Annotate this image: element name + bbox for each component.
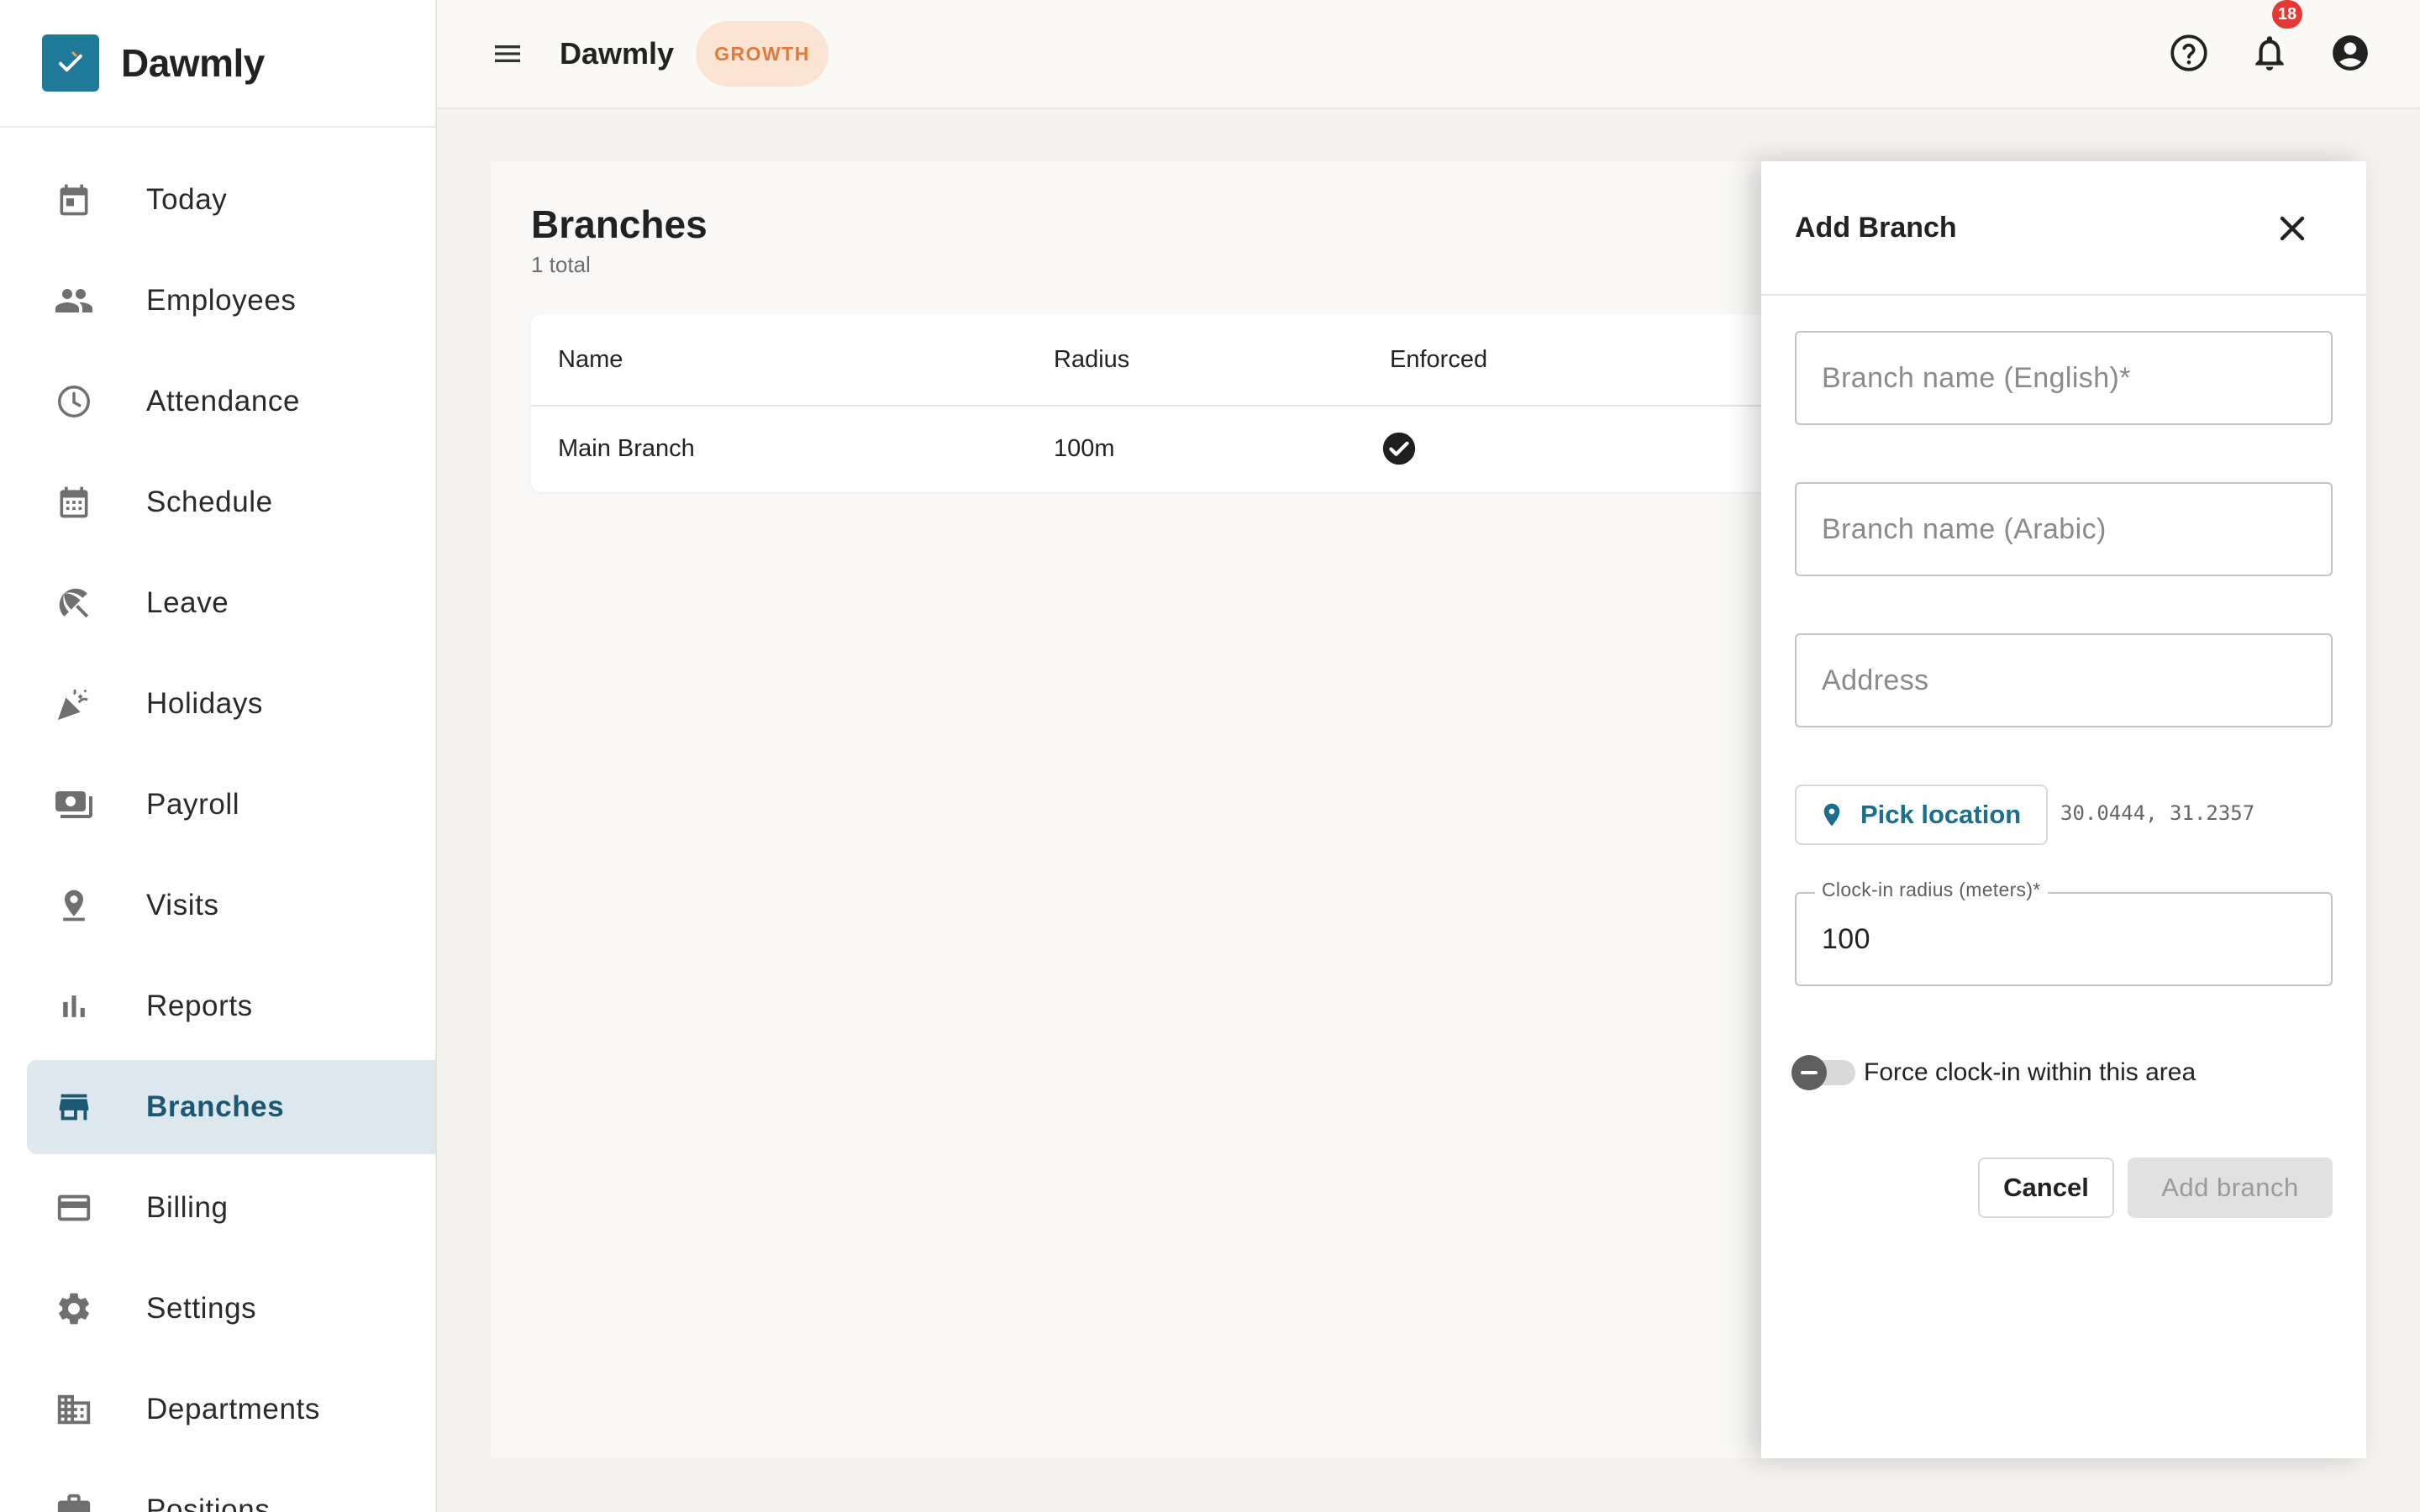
cell-radius: 100m (1054, 434, 1115, 462)
app-title: Dawmly (560, 36, 675, 71)
column-header-enforced[interactable]: Enforced (1390, 314, 1487, 405)
sidebar-item-attendance[interactable]: Attendance (27, 354, 435, 449)
sidebar-item-label: Departments (146, 1393, 320, 1425)
sidebar-item-reports[interactable]: Reports (27, 959, 435, 1053)
building-icon (54, 1389, 94, 1430)
sidebar-item-holidays[interactable]: Holidays (27, 657, 435, 751)
top-actions: 18 (2168, 0, 2371, 74)
sidebar-item-departments[interactable]: Departments (27, 1362, 435, 1457)
sidebar-item-payroll[interactable]: Payroll (27, 758, 435, 852)
drawer-title: Add Branch (1795, 211, 1957, 244)
branch-name-english-field[interactable]: Branch name (English)* (1795, 331, 2333, 425)
party-popper-icon (54, 684, 94, 724)
gear-icon (54, 1289, 94, 1329)
column-header-radius[interactable]: Radius (1054, 314, 1129, 405)
brand: Dawmly (0, 0, 435, 128)
brand-name: Dawmly (121, 41, 265, 85)
location-pin-icon (54, 885, 94, 926)
force-clockin-label: Force clock-in within this area (1864, 1058, 2196, 1086)
field-placeholder: Branch name (Arabic) (1822, 512, 2107, 545)
clockin-radius-field[interactable]: Clock-in radius (meters)* 100 (1795, 879, 2333, 986)
sidebar-item-label: Schedule (146, 486, 273, 518)
toggle-indeterminate-icon (1791, 1055, 1827, 1090)
pick-location-label: Pick location (1860, 800, 2022, 829)
sidebar-item-today[interactable]: Today (27, 153, 435, 247)
sidebar-item-label: Leave (146, 586, 229, 619)
beach-umbrella-icon (54, 583, 94, 623)
sidebar-item-billing[interactable]: Billing (27, 1161, 435, 1255)
credit-card-icon (54, 1188, 94, 1228)
cancel-button[interactable]: Cancel (1978, 1158, 2114, 1218)
column-header-name[interactable]: Name (558, 314, 623, 405)
people-icon (54, 281, 94, 321)
calendar-today-icon (54, 180, 94, 220)
header-divider (531, 405, 1960, 407)
bar-chart-icon (54, 986, 94, 1026)
add-branch-drawer: Add Branch Branch name (English)* Branch… (1761, 161, 2366, 1458)
store-icon (54, 1087, 94, 1127)
logo-check-icon (42, 34, 99, 92)
clock-icon (54, 381, 94, 422)
sidebar-item-settings[interactable]: Settings (27, 1262, 435, 1356)
drawer-header: Add Branch (1761, 161, 2366, 296)
total-count: 1 total (531, 252, 591, 277)
enforced-check-icon (1380, 407, 1418, 491)
notifications-bell-icon[interactable]: 18 (2249, 0, 2302, 74)
cell-branch-name: Main Branch (558, 434, 695, 462)
help-icon[interactable] (2168, 32, 2210, 74)
briefcase-icon (54, 1490, 94, 1512)
sidebar-item-leave[interactable]: Leave (27, 556, 435, 650)
add-branch-button[interactable]: Add branch (2128, 1158, 2333, 1218)
field-value: 100 (1822, 922, 1870, 955)
sidebar-item-label: Branches (146, 1090, 285, 1123)
toggle-switch[interactable] (1791, 1055, 1855, 1090)
top-app-bar: Dawmly GROWTH 18 (437, 0, 2420, 109)
location-pin-icon (1818, 801, 1845, 828)
sidebar-item-label: Settings (146, 1292, 257, 1325)
sidebar-item-label: Reports (146, 990, 253, 1022)
sidebar-item-branches[interactable]: Branches (27, 1060, 435, 1154)
field-placeholder: Branch name (English)* (1822, 361, 2131, 394)
sidebar: Dawmly Today Employees Attendance Schedu… (0, 0, 437, 1512)
field-label: Clock-in radius (meters)* (1815, 879, 2048, 901)
branch-name-arabic-field[interactable]: Branch name (Arabic) (1795, 482, 2333, 576)
pick-location-button[interactable]: Pick location (1795, 785, 2049, 845)
address-field[interactable]: Address (1795, 633, 2333, 727)
sidebar-item-label: Positions (146, 1494, 271, 1512)
sidebar-item-positions[interactable]: Positions (27, 1463, 435, 1512)
close-icon[interactable] (2272, 208, 2312, 249)
force-clockin-toggle[interactable]: Force clock-in within this area (1791, 1055, 2196, 1090)
page-title: Branches (531, 202, 708, 246)
sidebar-item-label: Employees (146, 284, 297, 317)
calendar-grid-icon (54, 482, 94, 522)
sidebar-item-label: Holidays (146, 687, 264, 720)
hamburger-menu-icon[interactable] (487, 34, 528, 74)
sidebar-item-label: Payroll (146, 788, 240, 821)
money-icon (54, 785, 94, 825)
sidebar-item-label: Attendance (146, 385, 301, 417)
coordinates-text: 30.0444, 31.2357 (2060, 801, 2255, 825)
sidebar-item-visits[interactable]: Visits (27, 858, 435, 953)
sidebar-nav: Today Employees Attendance Schedule Leav… (27, 153, 435, 1512)
account-avatar-icon[interactable] (2329, 32, 2371, 74)
field-placeholder: Address (1822, 664, 1929, 696)
notification-count-badge: 18 (2272, 0, 2302, 29)
sidebar-item-label: Today (146, 183, 228, 216)
branches-table: Name Radius Enforced Main Branch 100m (531, 314, 1960, 492)
plan-badge: GROWTH (696, 21, 829, 87)
sidebar-item-label: Visits (146, 889, 219, 921)
sidebar-item-label: Billing (146, 1191, 229, 1224)
sidebar-item-employees[interactable]: Employees (27, 254, 435, 348)
sidebar-item-schedule[interactable]: Schedule (27, 455, 435, 549)
